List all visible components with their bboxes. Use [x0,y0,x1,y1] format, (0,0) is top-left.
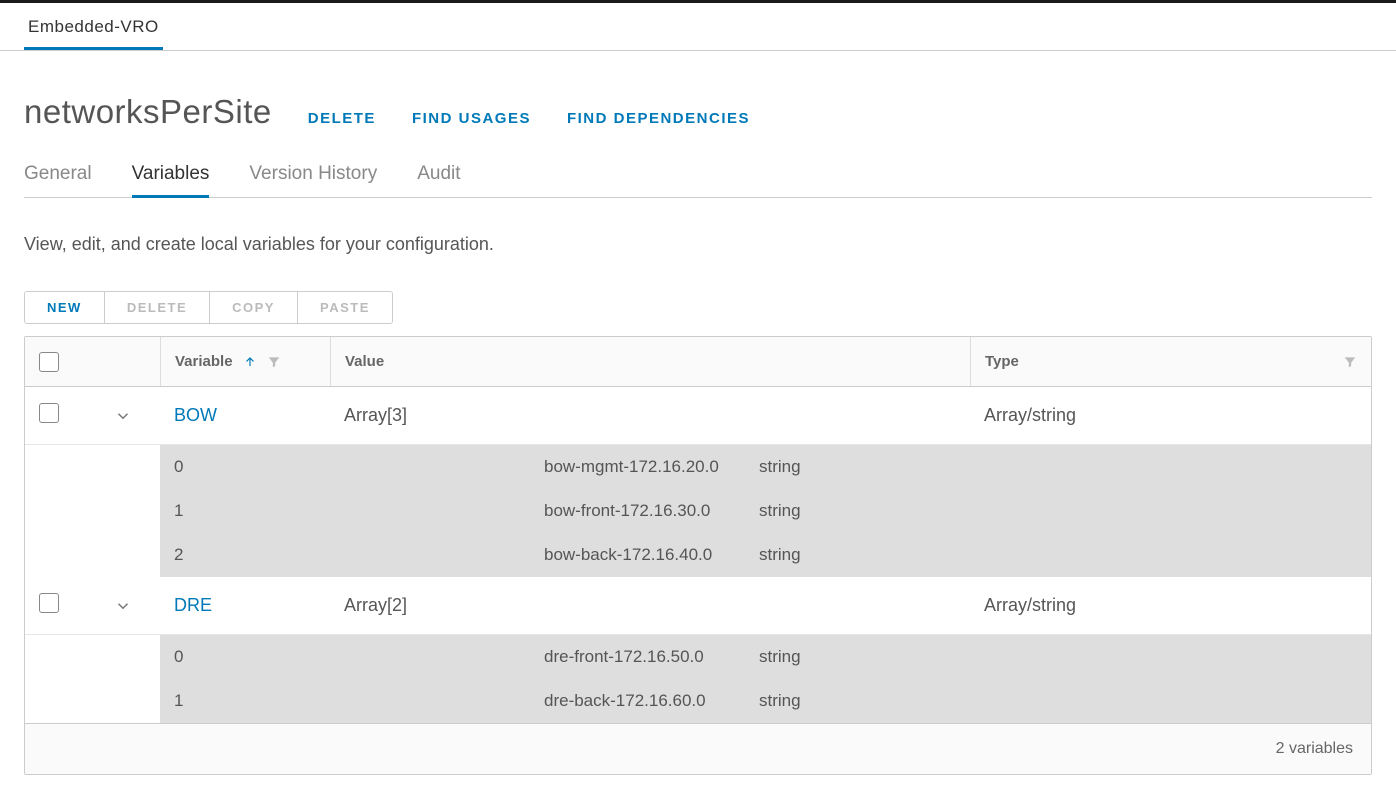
table-body: BOWArray[3]Array/string0bow-mgmt-172.16.… [25,387,1371,723]
row-checkbox[interactable] [39,593,59,613]
copy-button[interactable]: COPY [210,292,298,323]
column-type-label: Type [985,353,1019,370]
column-variable[interactable]: Variable [160,337,330,386]
expand-header [85,337,160,386]
row-select [25,593,85,618]
sub-blank [330,533,530,577]
sub-type: string [745,635,1371,679]
sub-value: dre-front-172.16.50.0 [530,635,745,679]
sub-index: 1 [160,489,330,533]
sort-asc-icon[interactable] [243,355,257,369]
column-variable-label: Variable [175,353,233,370]
chevron-down-icon[interactable] [85,407,160,425]
tab-variables[interactable]: Variables [132,163,210,198]
sub-index: 1 [160,679,330,723]
sub-blank [330,445,530,489]
variable-value: Array[2] [330,595,970,616]
indent-spacer [25,445,160,577]
table-row: DREArray[2]Array/string [25,577,1371,635]
table-header: Variable Value Type [25,337,1371,387]
delete-button[interactable]: DELETE [105,292,210,323]
delete-action[interactable]: DELETE [308,110,376,127]
table-row: BOWArray[3]Array/string [25,387,1371,445]
sub-index: 0 [160,445,330,489]
column-value-label: Value [345,353,384,370]
sub-index: 0 [160,635,330,679]
sub-value: bow-back-172.16.40.0 [530,533,745,577]
sub-value: dre-back-172.16.60.0 [530,679,745,723]
table-footer: 2 variables [25,723,1371,774]
variable-value: Array[3] [330,405,970,426]
column-type[interactable]: Type [970,337,1371,386]
tab-audit[interactable]: Audit [417,163,460,197]
tab-description: View, edit, and create local variables f… [24,234,1372,255]
variable-link[interactable]: BOW [160,405,330,426]
select-all-checkbox[interactable] [39,352,59,372]
filter-icon[interactable] [1343,355,1357,369]
page-title: networksPerSite [24,93,272,131]
sub-type: string [745,679,1371,723]
sub-blank [330,489,530,533]
sub-value: bow-mgmt-172.16.20.0 [530,445,745,489]
column-value[interactable]: Value [330,337,970,386]
variables-table: Variable Value Type BOWArray[3]Array/str… [24,336,1372,775]
find-dependencies-action[interactable]: FIND DEPENDENCIES [567,110,750,127]
sub-type: string [745,445,1371,489]
filter-icon[interactable] [267,355,281,369]
variable-type: Array/string [970,405,1371,426]
sub-type: string [745,533,1371,577]
tab-version-history[interactable]: Version History [249,163,377,197]
breadcrumb-item[interactable]: Embedded-VRO [24,15,163,50]
select-all-cell [25,337,85,386]
sub-index: 2 [160,533,330,577]
sub-blank [330,679,530,723]
sub-rows: 0 dre-front-172.16.50.0string 1 dre-back-17… [25,635,1371,723]
tab-general[interactable]: General [24,163,92,197]
new-button[interactable]: NEW [25,292,105,323]
sub-rows: 0 bow-mgmt-172.16.20.0string 1 bow-front-17… [25,445,1371,577]
sub-value: bow-front-172.16.30.0 [530,489,745,533]
paste-button[interactable]: PASTE [298,292,392,323]
indent-spacer [25,635,160,723]
chevron-down-icon[interactable] [85,597,160,615]
toolbar: NEW DELETE COPY PASTE [24,291,393,324]
find-usages-action[interactable]: FIND USAGES [412,110,531,127]
tabs: General Variables Version History Audit [24,163,1372,198]
sub-type: string [745,489,1371,533]
row-checkbox[interactable] [39,403,59,423]
breadcrumb: Embedded-VRO [0,3,1396,51]
variable-type: Array/string [970,595,1371,616]
variable-link[interactable]: DRE [160,595,330,616]
row-select [25,403,85,428]
sub-blank [330,635,530,679]
